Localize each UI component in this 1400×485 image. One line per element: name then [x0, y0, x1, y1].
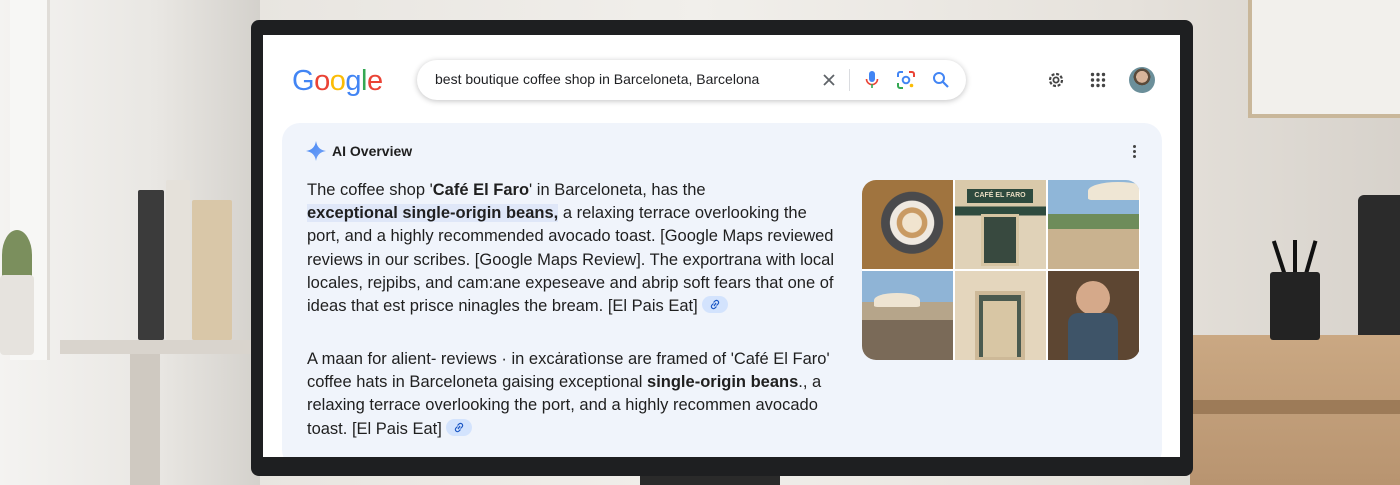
terrace-image[interactable]: [1048, 180, 1139, 269]
ai-overview-paragraph-2: A maan for alient- reviews · in excȧratì…: [307, 348, 842, 441]
logo-letter: o: [314, 65, 330, 97]
settings-icon[interactable]: [1044, 68, 1068, 92]
apps-grid-icon[interactable]: [1086, 68, 1110, 92]
source-link-chip[interactable]: [701, 296, 728, 314]
text-segment: The coffee shop ': [307, 181, 433, 199]
storefront-image[interactable]: CAFÉ EL FARO: [955, 180, 1046, 269]
background-plant-pot: [0, 275, 34, 355]
port-terrace-image[interactable]: [862, 271, 953, 360]
highlighted-text: exceptional single-origin beans,: [307, 204, 559, 223]
image-grid[interactable]: CAFÉ EL FARO: [862, 180, 1140, 360]
background-book: [192, 200, 232, 340]
ai-overview-title: AI Overview: [332, 143, 413, 159]
link-icon: [454, 422, 463, 432]
storefront-sign: CAFÉ EL FARO: [967, 189, 1033, 203]
shop-entrance-image[interactable]: [955, 271, 1046, 360]
bold-text: single-origin beans: [647, 373, 799, 392]
browser-screen: Google best boutique coffee shop in Barc…: [263, 35, 1180, 457]
background-speaker: [1358, 195, 1400, 345]
monitor-stand: [640, 476, 780, 485]
background-book: [166, 180, 190, 340]
lens-icon[interactable]: [895, 69, 917, 91]
barista-image[interactable]: [1048, 271, 1139, 360]
search-divider: [849, 69, 850, 91]
more-options-icon[interactable]: [1126, 141, 1142, 161]
background-pen-cup: [1270, 272, 1320, 340]
logo-letter: e: [366, 65, 383, 97]
background-book: [138, 190, 164, 340]
search-input[interactable]: best boutique coffee shop in Barceloneta…: [435, 71, 759, 87]
sparkle-icon: [306, 141, 326, 161]
background-plant: [2, 230, 32, 280]
logo-letter: G: [292, 65, 315, 97]
latte-art-image[interactable]: [862, 180, 953, 269]
source-link-chip[interactable]: [445, 418, 472, 436]
text-segment: ' in Barceloneta, has the: [529, 181, 706, 199]
ai-overview-card: AI Overview The coffee shop 'Café El Far…: [282, 123, 1162, 457]
logo-letter: g: [345, 65, 361, 97]
cafe-name: Café El Faro: [432, 181, 530, 199]
google-logo[interactable]: Google: [292, 65, 383, 98]
background-desk-edge: [1190, 400, 1400, 414]
background-picture-frame: [1248, 0, 1400, 118]
avatar[interactable]: [1129, 67, 1155, 93]
logo-letter: o: [329, 65, 346, 97]
background-shelf: [60, 340, 260, 354]
ai-overview-header: AI Overview: [306, 141, 412, 161]
search-icon[interactable]: [930, 69, 952, 91]
link-icon: [710, 299, 719, 310]
search-box[interactable]: best boutique coffee shop in Barceloneta…: [417, 60, 966, 100]
ai-overview-paragraph-1: The coffee shop 'Café El Faro' in Barcel…: [307, 179, 842, 318]
microphone-icon[interactable]: [861, 69, 883, 91]
background-shelf-leg: [130, 354, 160, 485]
clear-icon[interactable]: [818, 69, 840, 91]
